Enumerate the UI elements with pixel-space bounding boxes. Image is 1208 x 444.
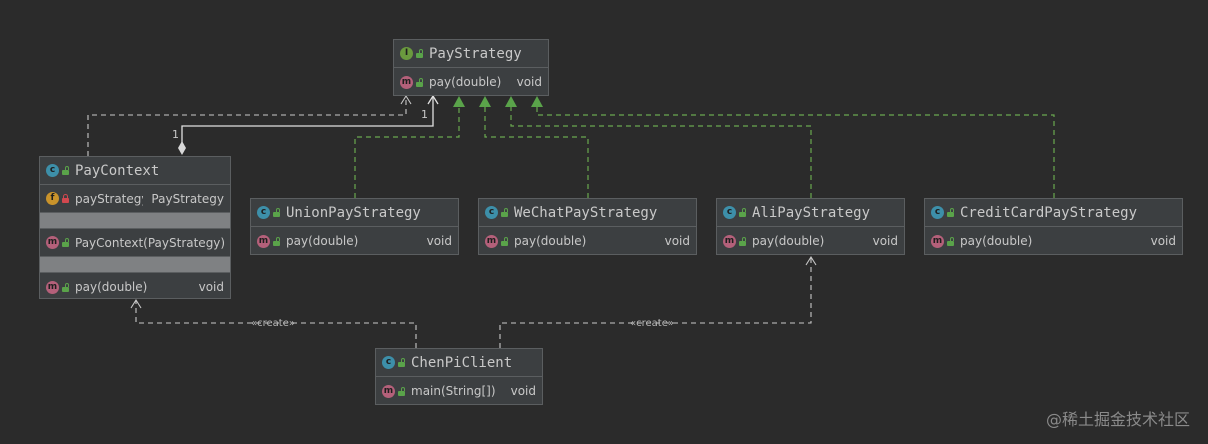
- private-lock-icon: [62, 194, 69, 203]
- realization-ali: [510, 107, 812, 198]
- public-lock-icon: [416, 78, 423, 87]
- method-icon: m: [46, 280, 59, 294]
- class-icon: c: [382, 356, 395, 369]
- method-row[interactable]: m pay(double) void: [251, 227, 458, 255]
- class-name: UnionPayStrategy: [286, 204, 421, 221]
- public-lock-icon: [739, 208, 746, 217]
- unionpaystrategy-class[interactable]: c UnionPayStrategy m pay(double) void: [250, 198, 459, 255]
- public-lock-icon: [62, 283, 69, 292]
- multiplicity-label: 1: [172, 128, 179, 141]
- public-lock-icon: [62, 166, 69, 175]
- constructor-row[interactable]: m PayContext(PayStrategy): [40, 229, 230, 257]
- field-name: payStrategy: [75, 191, 144, 206]
- realization-wechat: [484, 107, 589, 198]
- method-row[interactable]: m pay(double) void: [925, 227, 1182, 255]
- class-name: WeChatPayStrategy: [514, 204, 658, 221]
- method-row[interactable]: m main(String[]) void: [376, 377, 542, 405]
- chenpiclient-class[interactable]: c ChenPiClient m main(String[]) void: [375, 348, 543, 405]
- method-icon: m: [723, 234, 736, 248]
- method-row[interactable]: m pay(double) void: [717, 227, 904, 255]
- public-lock-icon: [273, 237, 280, 246]
- realization-arrowhead: [531, 96, 543, 107]
- alipaystrategy-class[interactable]: c AliPayStrategy m pay(double) void: [716, 198, 905, 255]
- realization-union: [354, 107, 460, 198]
- public-lock-icon: [501, 237, 508, 246]
- method-icon: m: [931, 234, 944, 248]
- class-name: ChenPiClient: [411, 354, 513, 371]
- method-name: pay(double): [286, 234, 359, 248]
- realization-lines: [354, 107, 1055, 198]
- public-lock-icon: [501, 208, 508, 217]
- method-icon: m: [400, 75, 413, 89]
- class-name: PayStrategy: [429, 45, 522, 62]
- realization-arrowhead: [479, 96, 491, 107]
- method-type: void: [426, 234, 452, 248]
- method-name: pay(double): [960, 234, 1033, 248]
- method-name: pay(double): [514, 234, 587, 248]
- multiplicity-label: 1: [421, 108, 428, 121]
- create-label: «create»: [251, 318, 295, 329]
- method-type: void: [872, 234, 898, 248]
- public-lock-icon: [739, 237, 746, 246]
- create-label: «create»: [630, 318, 674, 329]
- public-lock-icon: [398, 358, 405, 367]
- paystrategy-interface[interactable]: I PayStrategy m pay(double) void: [393, 39, 549, 96]
- watermark: @稀土掘金技术社区: [1045, 410, 1190, 429]
- class-icon: c: [46, 164, 59, 177]
- method-icon: m: [485, 234, 498, 248]
- method-row[interactable]: m pay(double) void: [40, 273, 230, 301]
- method-name: pay(double): [429, 75, 502, 89]
- realization-arrowheads: [453, 96, 543, 107]
- class-icon: c: [723, 206, 736, 219]
- method-icon: m: [382, 384, 395, 398]
- constructor-name: PayContext(PayStrategy): [75, 235, 224, 250]
- class-name: PayContext: [75, 162, 160, 179]
- class-icon: c: [931, 206, 944, 219]
- public-lock-icon: [273, 208, 280, 217]
- aggregation-diamond: [178, 141, 186, 155]
- public-lock-icon: [398, 387, 405, 396]
- realization-arrowhead: [453, 96, 465, 107]
- create-dependencies: [130, 255, 817, 348]
- method-type: void: [664, 234, 690, 248]
- wechatpaystrategy-class[interactable]: c WeChatPayStrategy m pay(double) void: [478, 198, 697, 255]
- public-lock-icon: [62, 238, 69, 247]
- field-row[interactable]: f payStrategy PayStrategy: [40, 185, 230, 213]
- method-row[interactable]: m pay(double) void: [479, 227, 696, 255]
- realization-creditcard: [536, 107, 1055, 198]
- class-name: AliPayStrategy: [752, 204, 871, 221]
- class-icon: c: [257, 206, 270, 219]
- method-name: pay(double): [752, 234, 825, 248]
- class-icon: c: [485, 206, 498, 219]
- creditcardpaystrategy-class[interactable]: c CreditCardPayStrategy m pay(double) vo…: [924, 198, 1183, 255]
- method-name: main(String[]): [411, 384, 496, 398]
- method-type: void: [516, 75, 542, 89]
- realization-arrowhead: [505, 96, 517, 107]
- interface-icon: I: [400, 47, 413, 60]
- method-type: void: [198, 280, 224, 294]
- method-row[interactable]: m pay(double) void: [394, 68, 548, 96]
- section-separator: [40, 257, 230, 273]
- method-icon: m: [46, 236, 59, 249]
- public-lock-icon: [947, 208, 954, 217]
- field-type: PayStrategy: [151, 191, 224, 206]
- method-type: void: [510, 384, 536, 398]
- method-type: void: [1150, 234, 1176, 248]
- method-name: pay(double): [75, 280, 148, 294]
- public-lock-icon: [416, 49, 423, 58]
- paycontext-class[interactable]: c PayContext f payStrategy PayStrategy m…: [39, 156, 231, 299]
- section-separator: [40, 213, 230, 229]
- aggregation-paycontext-paystrategy: [181, 94, 439, 143]
- public-lock-icon: [947, 237, 954, 246]
- field-icon: f: [46, 192, 59, 205]
- create-to-alipay: [499, 257, 812, 348]
- method-icon: m: [257, 234, 270, 248]
- class-name: CreditCardPayStrategy: [960, 204, 1138, 221]
